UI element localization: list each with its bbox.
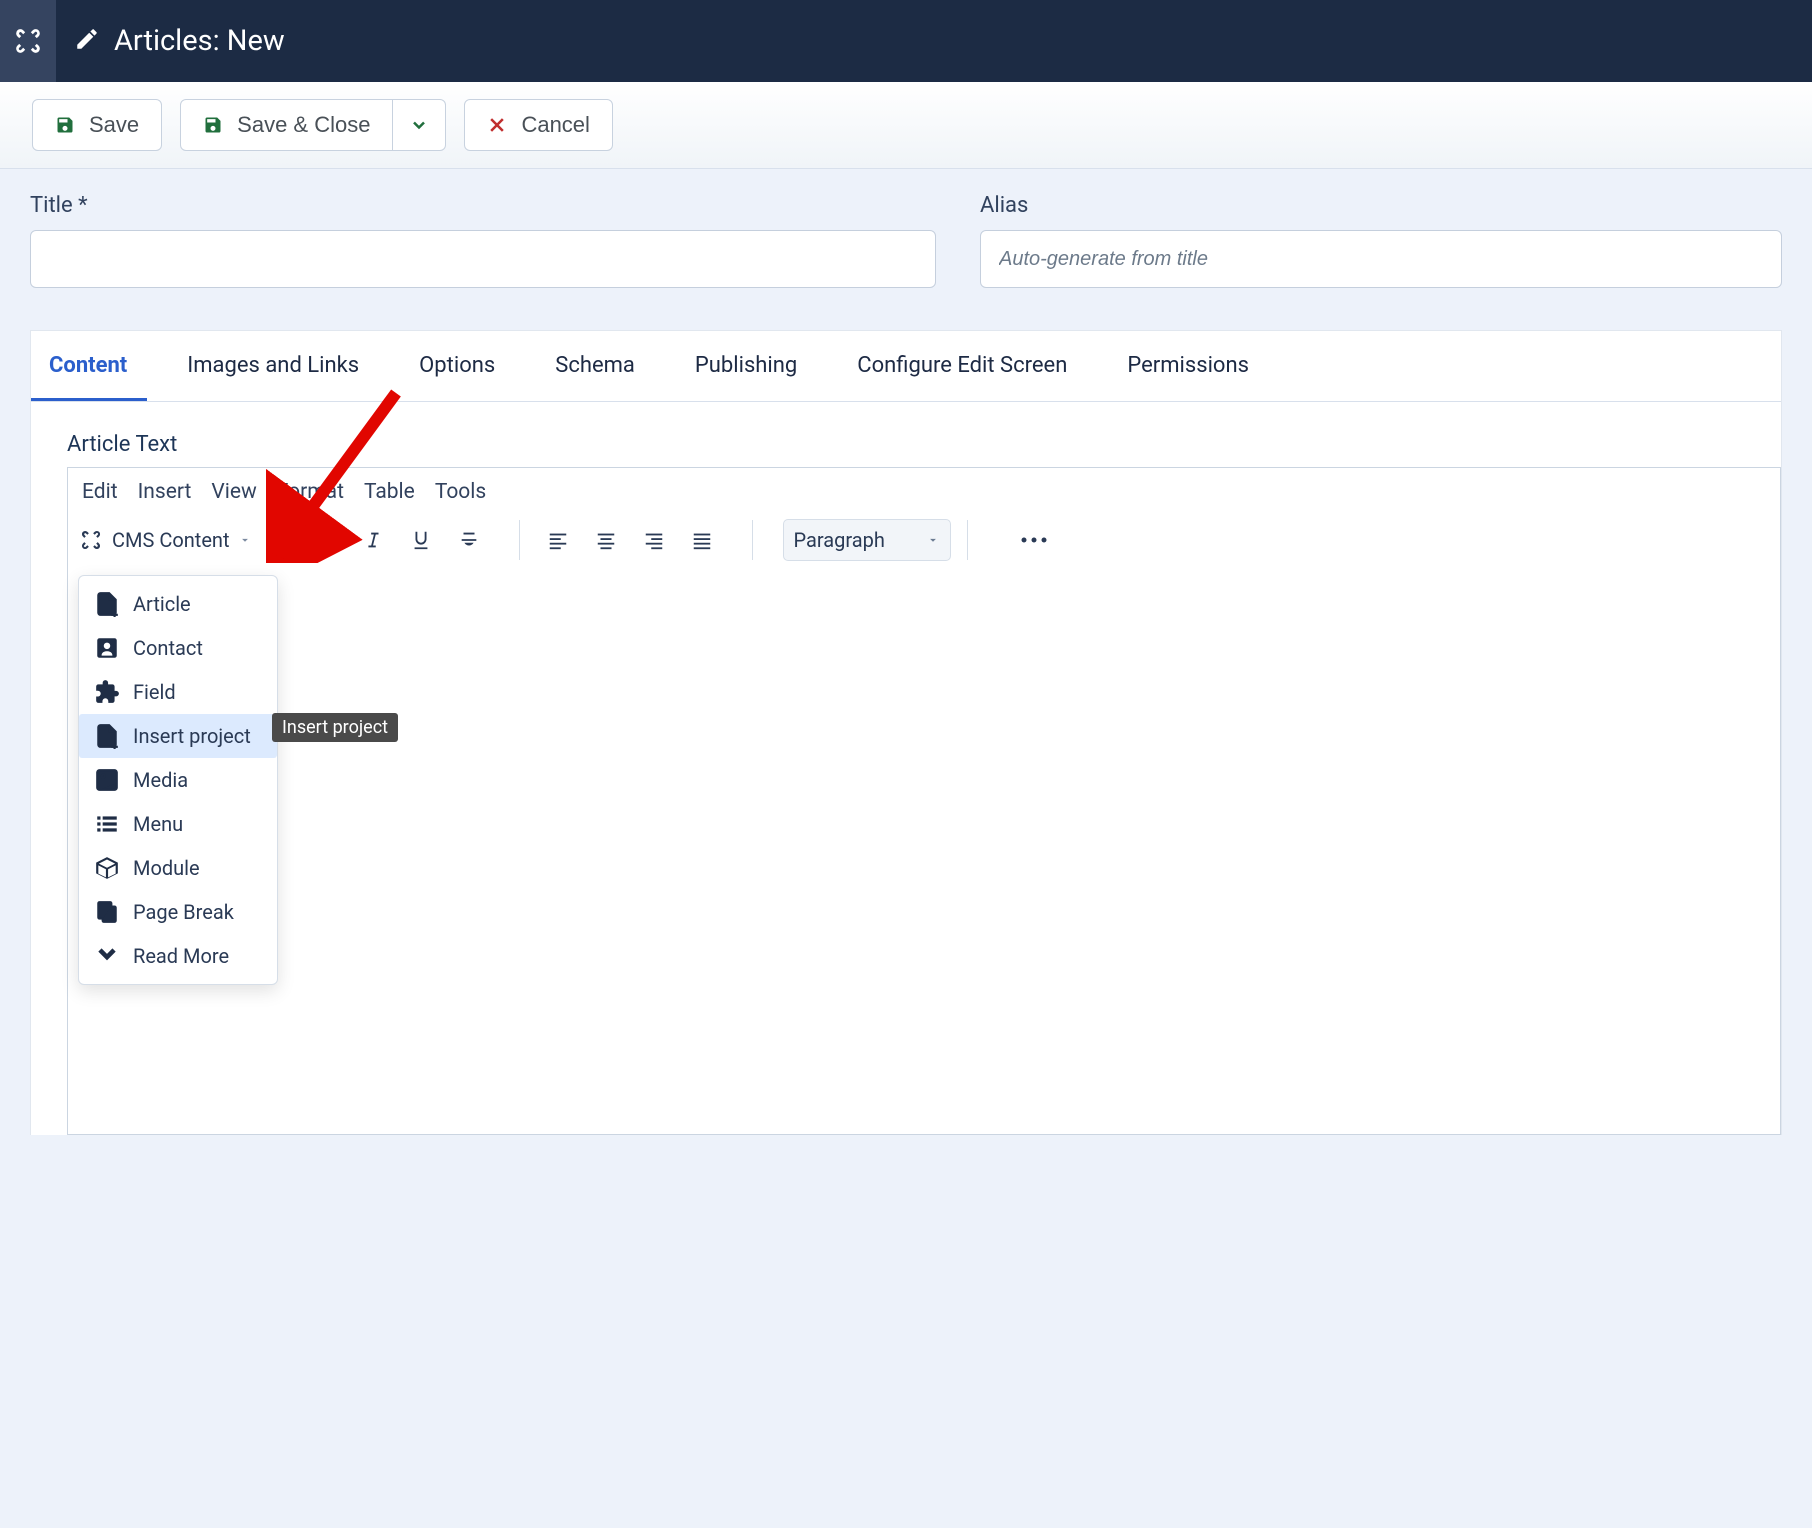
save-close-button[interactable]: Save & Close [180,99,393,151]
dropdown-item-label: Field [133,680,176,704]
toolbar-separator [752,520,753,560]
pencil-icon [74,26,100,56]
dropdown-insert-project[interactable]: Insert project [79,714,277,758]
paragraph-select-label: Paragraph [794,528,885,552]
save-close-more-button[interactable] [393,99,446,151]
more-options-button[interactable] [1012,518,1056,562]
save-button[interactable]: Save [32,99,162,151]
menu-insert[interactable]: Insert [138,480,192,504]
close-icon [487,115,507,135]
joomla-logo[interactable] [0,0,56,82]
dropdown-item-label: Media [133,768,188,792]
dropdown-contact[interactable]: Contact [79,626,277,670]
joomla-icon [11,24,45,58]
dropdown-field[interactable]: Field [79,670,277,714]
app-header: Articles: New [0,0,1812,82]
cms-content-button[interactable]: CMS Content [78,527,258,553]
dropdown-media[interactable]: Media [79,758,277,802]
save-icon [55,115,75,135]
italic-button[interactable] [351,518,395,562]
menu-format[interactable]: Format [277,480,344,504]
save-close-button-label: Save & Close [237,112,370,138]
file-add-icon [93,722,121,750]
tabs-panel: Content Images and Links Options Schema … [30,330,1782,1135]
align-center-button[interactable] [584,518,628,562]
title-label: Title * [30,193,936,218]
save-icon [203,115,223,135]
editor-toolbar: CMS Content Article [68,514,1780,574]
dropdown-item-label: Page Break [133,900,234,924]
cms-content-label: CMS Content [112,528,230,552]
dropdown-read-more[interactable]: Read More [79,934,277,978]
tab-content[interactable]: Content [31,331,147,401]
cancel-button-label: Cancel [521,112,589,138]
dropdown-page-break[interactable]: Page Break [79,890,277,934]
editor-label: Article Text [67,432,1781,457]
dropdown-menu[interactable]: Menu [79,802,277,846]
toolbar-separator [519,520,520,560]
image-icon [93,766,121,794]
contact-icon [93,634,121,662]
toolbar-separator [286,520,287,560]
chevron-down-icon [238,528,252,552]
underline-button[interactable] [399,518,443,562]
dropdown-article[interactable]: Article [79,582,277,626]
file-add-icon [93,590,121,618]
align-right-button[interactable] [632,518,676,562]
alias-label: Alias [980,193,1782,218]
title-input[interactable] [30,230,936,288]
puzzle-icon [93,678,121,706]
strikethrough-button[interactable] [447,518,491,562]
list-icon [93,810,121,838]
action-toolbar: Save Save & Close Cancel [0,82,1812,169]
chevron-down-bold-icon [93,942,121,970]
tab-configure-edit-screen[interactable]: Configure Edit Screen [837,331,1087,401]
save-button-label: Save [89,112,139,138]
dropdown-item-label: Contact [133,636,203,660]
bold-button[interactable] [303,518,347,562]
chevron-down-icon [409,115,429,135]
page-title: Articles: New [114,24,285,58]
dropdown-module[interactable]: Module [79,846,277,890]
paragraph-select[interactable]: Paragraph [783,519,951,561]
dropdown-item-label: Menu [133,812,183,836]
cms-content-dropdown: Article Contact Field [78,575,278,985]
tab-schema[interactable]: Schema [535,331,655,401]
editor-content-area[interactable] [68,574,1780,1134]
copy-icon [93,898,121,926]
joomla-icon [78,527,104,553]
menu-edit[interactable]: Edit [82,480,118,504]
menu-view[interactable]: View [211,480,256,504]
tab-publishing[interactable]: Publishing [675,331,817,401]
save-close-group: Save & Close [180,99,446,151]
dropdown-item-label: Module [133,856,200,880]
dropdown-item-label: Insert project [133,724,251,748]
alias-input[interactable] [980,230,1782,288]
menu-tools[interactable]: Tools [435,480,486,504]
toolbar-separator [967,520,968,560]
editor-menu-bar: Edit Insert View Format Table Tools [68,468,1780,514]
editor-frame: Edit Insert View Format Table Tools CMS … [67,467,1781,1135]
tab-images-links[interactable]: Images and Links [167,331,379,401]
cube-icon [93,854,121,882]
dropdown-item-label: Read More [133,944,229,968]
chevron-down-icon [926,528,940,552]
tooltip: Insert project [272,713,398,742]
menu-table[interactable]: Table [364,480,415,504]
tabs: Content Images and Links Options Schema … [31,331,1781,402]
align-justify-button[interactable] [680,518,724,562]
tab-permissions[interactable]: Permissions [1107,331,1269,401]
align-left-button[interactable] [536,518,580,562]
dropdown-item-label: Article [133,592,191,616]
cancel-button[interactable]: Cancel [464,99,612,151]
tab-options[interactable]: Options [399,331,515,401]
